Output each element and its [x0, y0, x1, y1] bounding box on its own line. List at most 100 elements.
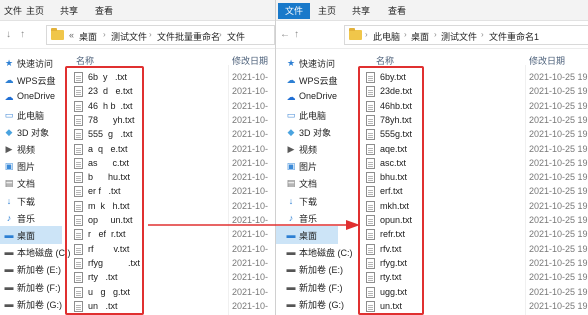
file-date: 2021-10-: [232, 114, 269, 125]
sidebar-item[interactable]: ♪ 音乐: [0, 209, 62, 227]
sidebar-item[interactable]: ☁ WPS云盘: [276, 71, 338, 89]
file-date: 2021-10-25 19:: [529, 72, 588, 82]
desktop-icon: ▬: [4, 230, 14, 240]
download-icon: ↓: [288, 195, 294, 206]
file-date: 2021-10-25 19:: [529, 157, 588, 168]
column-header-date[interactable]: 修改日期: [232, 54, 268, 67]
breadcrumb-rename-1[interactable]: 文件重命名1: [489, 30, 539, 43]
address-bar[interactable]: › 此电脑 › 桌面 › 测试文件 › 文件重命名1: [344, 25, 588, 45]
sidebar-item[interactable]: ↓ 下载: [0, 192, 62, 210]
sidebar-item[interactable]: ◆ 3D 对象: [0, 123, 62, 141]
chevron-right-icon[interactable]: ›: [103, 30, 106, 39]
file-date: 2021-10-: [232, 129, 269, 140]
ribbon-tabs: 文件 主页 共享 查看: [0, 0, 275, 21]
sidebar-item[interactable]: ▶ 视频: [0, 140, 62, 158]
breadcrumb-batch-rename[interactable]: 文件批量重命名: [157, 30, 220, 43]
sidebar-item-label: 本地磁盘 (C:): [17, 248, 71, 259]
cloud-icon: ☁: [4, 75, 14, 86]
file-date: 2021-10-25 19:: [529, 215, 588, 225]
up-arrow-icon[interactable]: ↑: [294, 29, 299, 40]
video-icon: ▶: [5, 144, 13, 154]
sidebar-item[interactable]: ▬ 新加卷 (F:): [0, 278, 62, 296]
breadcrumb-desktop[interactable]: 桌面: [411, 30, 429, 43]
sidebar-item-label: 图片: [299, 162, 318, 173]
sidebar-item[interactable]: ▤ 文档: [0, 174, 62, 192]
sidebar-item[interactable]: ◆ 3D 对象: [276, 123, 338, 141]
sidebar-item[interactable]: ▬ 新加卷 (G:): [0, 295, 63, 313]
picture-icon: ▣: [286, 161, 296, 172]
sidebar-item[interactable]: ▣ 图片: [0, 157, 62, 175]
file-date: 2021-10-: [232, 100, 269, 111]
sidebar-item[interactable]: ▬ 新加卷 (G:): [276, 295, 345, 313]
up-arrow-icon[interactable]: ↑: [20, 29, 25, 40]
tab-file[interactable]: 文件: [278, 3, 311, 19]
sidebar-item[interactable]: ☁ OneDrive: [0, 88, 62, 106]
ribbon-tabs: 文件 主页 共享 查看: [276, 0, 588, 21]
tab-view[interactable]: 查看: [388, 4, 406, 18]
document-icon: ▤: [4, 178, 14, 189]
sidebar-item[interactable]: ▤ 文档: [276, 174, 338, 192]
chevron-right-icon[interactable]: ›: [365, 30, 368, 39]
breadcrumb-test-files[interactable]: 测试文件: [111, 30, 147, 43]
sidebar-item-label: OneDrive: [17, 91, 56, 102]
onedrive-icon: ☁: [4, 92, 14, 103]
chevron-right-icon[interactable]: ›: [219, 30, 222, 39]
sidebar-item[interactable]: ▬ 新加卷 (E:): [0, 260, 62, 278]
chevron-right-icon[interactable]: ›: [404, 30, 407, 39]
back-arrow-icon[interactable]: ↓: [6, 29, 11, 40]
file-date: 2021-10-25 19:: [529, 114, 588, 125]
breadcrumb-test-files[interactable]: 测试文件: [441, 30, 477, 43]
sidebar-item-label: 新加卷 (E:): [299, 265, 343, 276]
cloud-icon: ☁: [286, 75, 296, 86]
file-date: 2021-10-: [232, 300, 269, 311]
navigation-pane: ★ 快速访问 ☁ WPS云盘 ☁ OneDrive ▭ 此电脑 ◆ 3D 对象 ▶ 视频 ▣ 图片 ▤ 文档 ↓…: [276, 54, 353, 315]
tab-share[interactable]: 共享: [352, 4, 370, 18]
tab-view[interactable]: 查看: [95, 4, 113, 18]
file-date: 2021-10-: [232, 257, 269, 268]
sidebar-item[interactable]: ☁ OneDrive: [276, 88, 338, 106]
tab-share[interactable]: 共享: [60, 4, 78, 18]
address-row: ← ↑ › 此电脑 › 桌面 › 测试文件 › 文件重命名1: [276, 21, 588, 49]
chevron-right-icon[interactable]: ›: [149, 30, 152, 39]
sidebar-item[interactable]: ▬ 本地磁盘 (C:): [276, 243, 353, 261]
breadcrumb-files[interactable]: 文件: [227, 30, 245, 43]
drive-icon: ▬: [4, 281, 14, 292]
column-header-date[interactable]: 修改日期: [529, 54, 565, 67]
sidebar-item-label: 新加卷 (F:): [17, 282, 61, 293]
file-date: 2021-10-25 19:: [529, 129, 588, 140]
sidebar-item[interactable]: ↓ 下载: [276, 192, 338, 210]
tab-home[interactable]: 主页: [26, 4, 44, 18]
back-arrow-icon[interactable]: ←: [280, 29, 290, 40]
sidebar-item[interactable]: ▶ 视频: [276, 140, 338, 158]
sidebar-item-label: 新加卷 (F:): [299, 282, 343, 293]
sidebar-item-label: 文档: [17, 179, 36, 190]
highlight-box-renamed-files: [358, 66, 424, 315]
file-date: 2021-10-: [232, 86, 269, 97]
sidebar-item[interactable]: ★ 快速访问: [0, 54, 62, 72]
sidebar-item-label: 视频: [299, 145, 318, 155]
sidebar-item[interactable]: ▭ 此电脑: [0, 106, 62, 124]
sidebar-item[interactable]: ▬ 新加卷 (F:): [276, 278, 343, 296]
sidebar-item[interactable]: ▬ 本地磁盘 (C:): [0, 243, 71, 261]
sidebar-item-label: 视频: [17, 145, 36, 155]
sidebar-item[interactable]: ▬ 桌面: [0, 226, 62, 244]
file-date: 2021-10-25 19:: [529, 143, 588, 154]
tab-file[interactable]: 文件: [4, 4, 22, 18]
sidebar-item-label: 新加卷 (G:): [299, 299, 344, 310]
sidebar-item[interactable]: ▣ 图片: [276, 157, 338, 175]
file-date: 2021-10-25 19:: [529, 186, 588, 197]
music-icon: ♪: [6, 212, 12, 223]
sidebar-item[interactable]: ★ 快速访问: [276, 54, 338, 72]
sidebar-item-label: 本地磁盘 (C:): [299, 248, 353, 259]
breadcrumb-desktop[interactable]: 桌面: [79, 30, 97, 43]
chevron-right-icon[interactable]: ›: [434, 30, 437, 39]
breadcrumb-this-pc[interactable]: 此电脑: [373, 30, 400, 43]
breadcrumb-overflow[interactable]: «: [69, 30, 74, 40]
tab-home[interactable]: 主页: [318, 4, 336, 18]
sidebar-item[interactable]: ▬ 新加卷 (E:): [276, 260, 344, 278]
address-bar[interactable]: « 桌面 › 测试文件 › 文件批量重命名 › 文件: [46, 25, 275, 45]
sidebar-item[interactable]: ☁ WPS云盘: [0, 71, 62, 89]
chevron-right-icon[interactable]: ›: [481, 30, 484, 39]
sidebar-item[interactable]: ▭ 此电脑: [276, 106, 338, 124]
document-icon: ▤: [286, 178, 296, 189]
